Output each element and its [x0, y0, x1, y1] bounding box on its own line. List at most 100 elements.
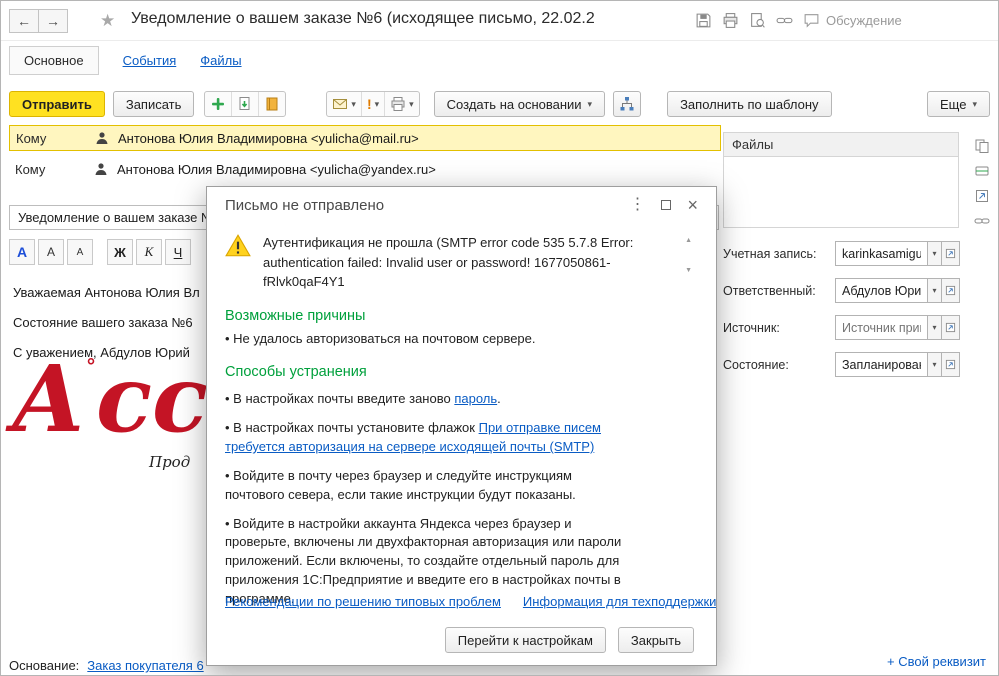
chevron-down-icon: ▾ — [374, 98, 380, 109]
account-input[interactable] — [835, 241, 928, 266]
to-label: Кому — [15, 161, 46, 177]
field-row-state: Состояние: ▾ — [723, 352, 960, 377]
add-file-icon[interactable] — [974, 138, 994, 154]
chevron-down-icon: ▾ — [587, 98, 593, 109]
get-link-icon[interactable] — [776, 12, 793, 29]
chevron-down-icon: ▾ — [351, 98, 356, 109]
importance-icon: ! — [366, 96, 372, 112]
create-on-basis-button[interactable]: Создать на основании ▾ — [433, 91, 606, 117]
recipient-row[interactable]: Кому Антонова Юлия Владимировна <yulicha… — [9, 125, 721, 151]
related-documents-button[interactable] — [613, 91, 642, 117]
source-open-button[interactable] — [941, 315, 960, 340]
file-link-icon[interactable] — [974, 213, 994, 229]
dialog-maximize-icon[interactable] — [661, 198, 672, 212]
underline-button[interactable]: Ч — [165, 239, 191, 265]
tab-main[interactable]: Основное — [9, 46, 99, 75]
discussion-label: Обсуждение — [826, 13, 902, 28]
chevron-down-icon: ▾ — [972, 98, 977, 109]
send-button[interactable]: Отправить — [9, 91, 105, 117]
mail-format-dropdown[interactable]: ▾ — [327, 92, 362, 116]
nav-forward-button[interactable]: → — [38, 9, 68, 33]
recommendations-link[interactable]: Рекомендации по решению типовых проблем — [225, 594, 501, 609]
account-open-button[interactable] — [941, 241, 960, 266]
source-dropdown-button[interactable]: ▾ — [927, 315, 942, 340]
importance-dropdown[interactable]: ! ▾ — [362, 92, 386, 116]
person-icon — [94, 130, 110, 146]
bold-button[interactable]: Ж — [107, 239, 133, 265]
recipient-address[interactable]: Антонова Юлия Владимировна <yulicha@mail… — [118, 131, 419, 146]
font-decrease-button[interactable]: A — [67, 239, 93, 265]
responsible-dropdown-button[interactable]: ▾ — [927, 278, 942, 303]
add-attachment-icon[interactable] — [205, 92, 233, 116]
body-line: Состояние вашего заказа №6 — [13, 315, 193, 330]
format-toolbar: A A A Ж К Ч — [9, 239, 191, 265]
scroll-down-icon[interactable]: ▼ — [685, 267, 692, 274]
dialog-titlebar: Письмо не отправлено ⋮ × — [207, 187, 716, 223]
favorite-star-icon[interactable]: ★ — [100, 11, 115, 31]
recipient-address[interactable]: Антонова Юлия Владимировна <yulicha@yand… — [117, 162, 436, 177]
load-file-icon[interactable] — [232, 92, 260, 116]
custom-attribute-link[interactable]: + Свой реквизит — [887, 654, 986, 669]
basis-link[interactable]: Заказ покупателя 6 — [87, 658, 203, 673]
account-dropdown-button[interactable]: ▾ — [927, 241, 942, 266]
mail-options-group: ▾ ! ▾ ▾ — [326, 91, 420, 117]
cause-item: • Не удалось авторизоваться на почтовом … — [225, 330, 536, 346]
print-icon[interactable] — [722, 12, 739, 29]
body-line: Уважаемая Антонова Юлия Вл — [13, 285, 200, 300]
error-message: Аутентификация не прошла (SMTP error cod… — [263, 235, 634, 289]
recipient-row[interactable]: Кому Антонова Юлия Владимировна <yulicha… — [9, 156, 721, 182]
go-to-settings-button[interactable]: Перейти к настройкам — [444, 627, 606, 653]
chevron-down-icon: ▾ — [409, 98, 414, 109]
font-increase-button[interactable]: A — [38, 239, 64, 265]
source-input[interactable] — [835, 315, 928, 340]
nav-back-button[interactable]: ← — [9, 9, 39, 33]
account-label: Учетная запись: — [723, 246, 817, 261]
preview-icon[interactable] — [749, 12, 766, 29]
solution-item: • В настройках почты введите заново паро… — [225, 390, 623, 409]
files-actions — [974, 138, 994, 229]
solution-text: • В настройках почты введите заново — [225, 391, 455, 407]
italic-button[interactable]: К — [136, 239, 162, 265]
journal-icon[interactable] — [259, 92, 285, 116]
responsible-open-button[interactable] — [941, 278, 960, 303]
error-block: Аутентификация не прошла (SMTP error cod… — [225, 233, 698, 292]
scan-file-icon[interactable] — [974, 163, 994, 179]
fill-by-template-button[interactable]: Заполнить по шаблону — [667, 91, 832, 117]
basis-row: Основание: Заказ покупателя 6 — [9, 658, 204, 673]
logo-caption: Прод — [149, 453, 191, 471]
discussion-control[interactable]: Обсуждение — [803, 12, 902, 29]
solution-text: . — [497, 391, 501, 407]
print-dropdown[interactable]: ▾ — [385, 92, 419, 116]
tab-events[interactable]: События — [123, 53, 177, 68]
dialog-more-icon[interactable]: ⋮ — [629, 197, 645, 213]
person-icon — [93, 161, 109, 177]
dialog-links: Рекомендации по решению типовых проблем … — [225, 594, 716, 609]
support-info-link[interactable]: Информация для техподдержки — [523, 594, 716, 609]
scroll-up-icon[interactable]: ▲ — [685, 237, 692, 244]
state-open-button[interactable] — [941, 352, 960, 377]
titlebar-icons: Обсуждение — [695, 12, 902, 29]
attachment-group — [204, 91, 287, 117]
state-dropdown-button[interactable]: ▾ — [927, 352, 942, 377]
logo-registered-mark: ° — [85, 354, 96, 378]
tab-files[interactable]: Файлы — [200, 53, 241, 68]
state-input[interactable] — [835, 352, 928, 377]
password-link[interactable]: пароль — [454, 391, 497, 406]
close-button[interactable]: Закрыть — [617, 627, 694, 653]
dialog-body: Аутентификация не прошла (SMTP error cod… — [207, 223, 716, 667]
dialog-close-icon[interactable]: × — [687, 196, 698, 214]
font-color-button[interactable]: A — [9, 239, 35, 265]
nav-group: ← → — [9, 9, 68, 33]
open-file-icon[interactable] — [974, 188, 994, 204]
create-on-basis-label: Создать на основании — [446, 96, 582, 112]
more-button[interactable]: Еще ▾ — [927, 91, 990, 117]
command-toolbar: Отправить Записать ▾ ! ▾ ▾ Создать на ос… — [1, 89, 998, 119]
solution-item: • В настройках почты установите флажок П… — [225, 419, 623, 457]
files-list[interactable] — [723, 157, 959, 228]
to-label: Кому — [16, 130, 47, 146]
save-icon[interactable] — [695, 12, 712, 29]
save-button[interactable]: Записать — [112, 91, 195, 117]
responsible-input[interactable] — [835, 278, 928, 303]
causes-heading: Возможные причины — [225, 307, 366, 324]
responsible-label: Ответственный: — [723, 283, 816, 298]
